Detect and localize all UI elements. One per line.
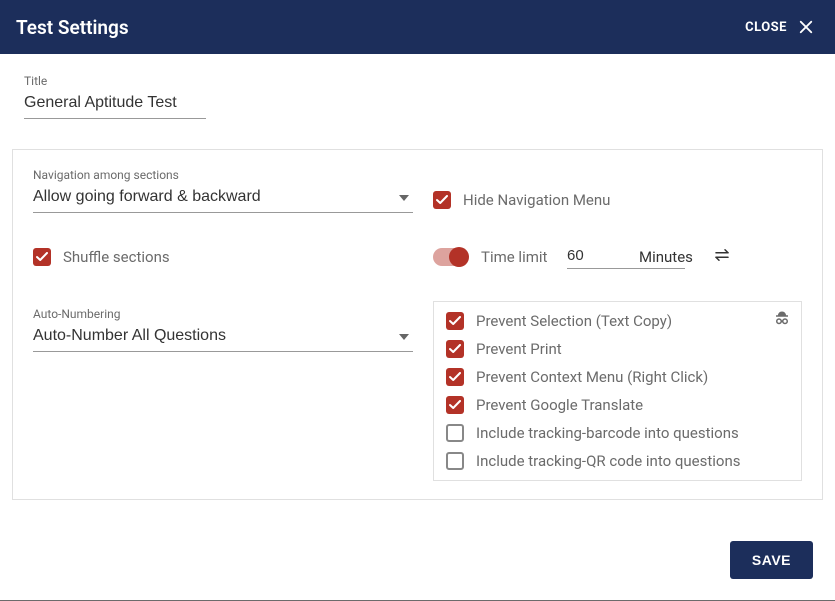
security-label: Include tracking-QR code into questions	[476, 452, 741, 470]
title-field-label: Title	[24, 74, 811, 88]
security-checkbox[interactable]	[446, 368, 464, 386]
security-checkbox[interactable]	[446, 452, 464, 470]
swap-unit-icon[interactable]	[713, 248, 731, 266]
time-limit-toggle[interactable]	[433, 248, 467, 266]
auto-numbering-value[interactable]	[33, 323, 413, 352]
navigation-label: Navigation among sections	[33, 168, 413, 182]
security-label: Prevent Google Translate	[476, 396, 643, 414]
security-label: Prevent Selection (Text Copy)	[476, 312, 672, 330]
security-checkbox[interactable]	[446, 312, 464, 330]
security-label: Prevent Print	[476, 340, 562, 358]
close-label: CLOSE	[745, 20, 787, 35]
security-item: Prevent Google Translate	[446, 396, 789, 414]
time-limit-unit: Minutes	[639, 248, 693, 266]
close-button[interactable]: CLOSE	[745, 18, 815, 36]
shuffle-label: Shuffle sections	[63, 248, 170, 266]
dialog-title: Test Settings	[16, 16, 129, 39]
security-label: Prevent Context Menu (Right Click)	[476, 368, 708, 386]
security-item: Include tracking-barcode into questions	[446, 424, 789, 442]
navigation-value[interactable]	[33, 184, 413, 213]
test-settings-dialog: Test Settings CLOSE Title Navigation amo…	[0, 0, 835, 601]
auto-numbering-select[interactable]	[33, 323, 413, 352]
dialog-header: Test Settings CLOSE	[0, 0, 835, 54]
auto-numbering-label: Auto-Numbering	[33, 307, 413, 321]
security-item: Prevent Selection (Text Copy)	[446, 312, 789, 330]
settings-panel: Navigation among sections Hide Navigatio…	[12, 149, 823, 500]
time-limit-label: Time limit	[481, 248, 553, 266]
security-checkbox[interactable]	[446, 340, 464, 358]
title-field-block: Title	[24, 74, 811, 119]
security-checkbox[interactable]	[446, 424, 464, 442]
title-input[interactable]	[24, 90, 206, 119]
shuffle-checkbox[interactable]	[33, 248, 51, 266]
hide-nav-label: Hide Navigation Menu	[463, 191, 610, 209]
security-checkbox[interactable]	[446, 396, 464, 414]
hide-nav-checkbox[interactable]	[433, 191, 451, 209]
security-panel: Prevent Selection (Text Copy) Prevent Pri…	[433, 301, 802, 481]
close-icon	[797, 18, 815, 36]
dialog-footer: SAVE	[730, 541, 813, 579]
save-button[interactable]: SAVE	[730, 541, 813, 579]
dialog-body: Title Navigation among sections	[0, 54, 835, 500]
security-item: Prevent Print	[446, 340, 789, 358]
security-item: Prevent Context Menu (Right Click)	[446, 368, 789, 386]
navigation-select[interactable]	[33, 184, 413, 213]
security-item: Include tracking-QR code into questions	[446, 452, 789, 470]
incognito-icon	[773, 310, 791, 332]
security-label: Include tracking-barcode into questions	[476, 424, 739, 442]
